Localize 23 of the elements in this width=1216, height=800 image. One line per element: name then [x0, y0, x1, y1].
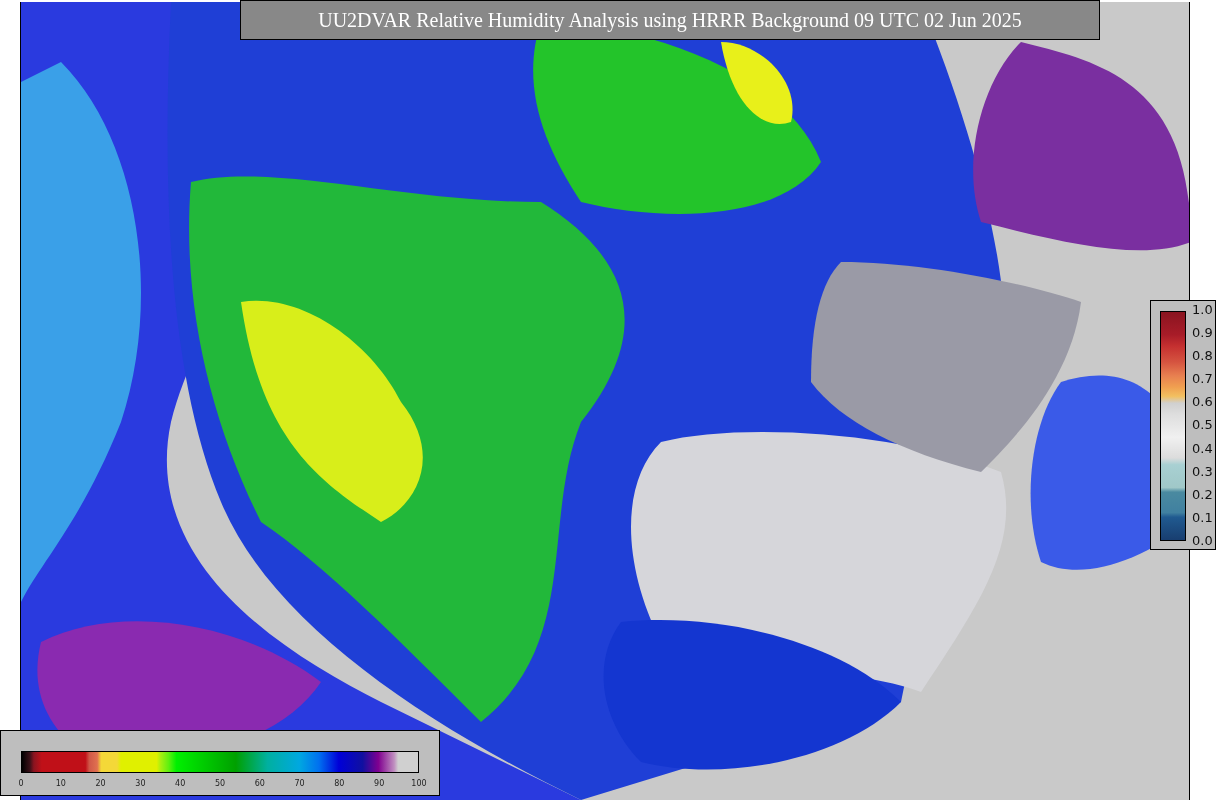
tick-label: 0.0 [1192, 532, 1213, 548]
tick-label: 40 [174, 779, 187, 788]
tick-label: 60 [253, 779, 266, 788]
tick-label: 0.1 [1192, 509, 1213, 525]
tick-label: 100 [410, 779, 428, 788]
tick-label: 50 [213, 779, 227, 788]
tick-label: 70 [293, 779, 306, 788]
tick-label: 10 [54, 779, 67, 788]
tick-label: 0 [17, 779, 25, 788]
tick-label: 20 [94, 779, 107, 788]
tick-label: 0.2 [1192, 486, 1213, 502]
tick-label: 0.3 [1192, 463, 1213, 479]
tick-label: 0.9 [1192, 325, 1213, 341]
tick-label: 0.4 [1192, 440, 1213, 456]
tick-label: 30 [134, 779, 147, 788]
map-title: UU2DVAR Relative Humidity Analysis using HRRR Background 09 UTC 02 Jun 2025 [240, 0, 1100, 40]
tick-label: 80 [333, 779, 346, 788]
tick-label: 0.7 [1192, 371, 1213, 387]
tick-label: 1.0 [1192, 302, 1213, 317]
tick-label: 0.8 [1192, 348, 1213, 364]
tick-label: 90 [373, 779, 386, 788]
tick-label: 0.6 [1192, 394, 1213, 410]
tick-label: 0.5 [1192, 417, 1213, 433]
